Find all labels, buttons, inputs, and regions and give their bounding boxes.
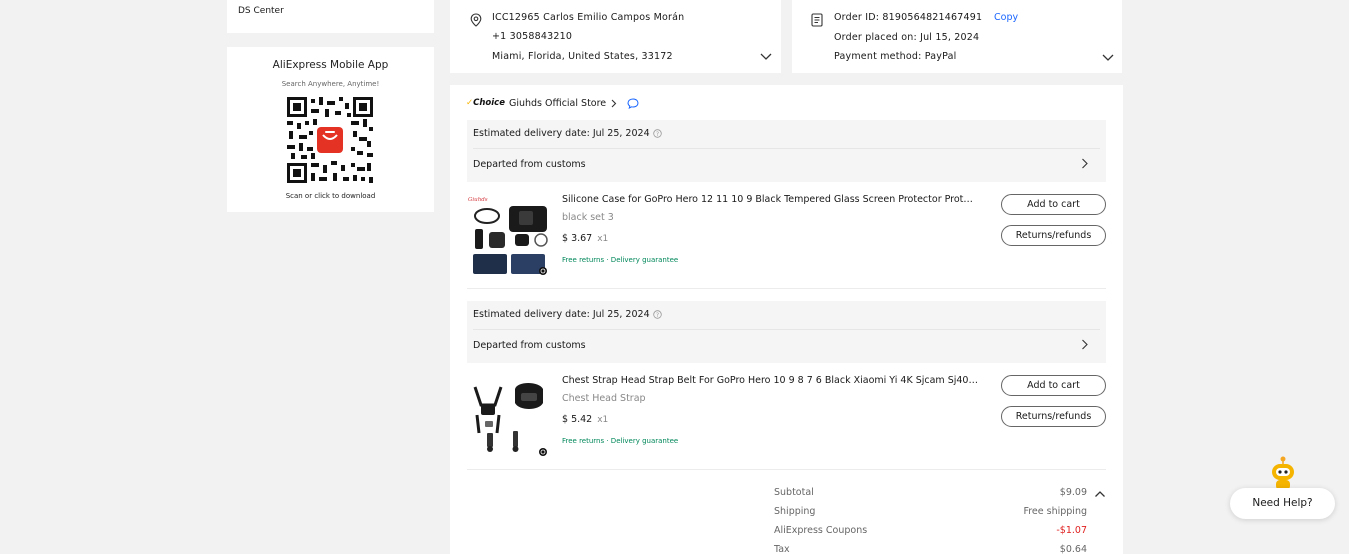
divider	[473, 329, 1100, 330]
add-to-cart-button[interactable]: Add to cart	[1001, 375, 1106, 396]
assistant-bot-icon[interactable]	[1266, 455, 1300, 491]
tracking-status[interactable]: Departed from customs	[473, 159, 586, 170]
summary-value: -$1.07	[1056, 525, 1087, 536]
ds-center-card[interactable]: DS Center	[227, 0, 434, 33]
svg-text:Giuhds: Giuhds	[468, 197, 488, 203]
chevron-down-icon[interactable]	[759, 52, 773, 62]
ds-center-link[interactable]: DS Center	[238, 6, 284, 16]
recipient-name: ICC12965 Carlos Emilio Campos Morán	[492, 12, 685, 23]
product-image[interactable]: Giuhds	[467, 194, 551, 278]
tracking-status[interactable]: Departed from customs	[473, 340, 586, 351]
add-to-cart-button[interactable]: Add to cart	[1001, 194, 1106, 215]
estimated-delivery: Estimated delivery date: Jul 25, 2024	[473, 128, 650, 139]
shipment-status-block: Estimated delivery date: Jul 25, 2024 ? …	[467, 301, 1106, 363]
order-item: Chest Strap Head Strap Belt For GoPro He…	[467, 363, 1106, 470]
app-title: AliExpress Mobile App	[272, 59, 389, 71]
info-icon[interactable]: ?	[653, 310, 662, 319]
choice-badge: ✓Choice	[466, 98, 505, 108]
info-icon[interactable]: ?	[653, 129, 662, 138]
order-item: Giuhds Silicone Case for GoPro Hero 12 1…	[467, 182, 1106, 289]
estimated-delivery: Estimated delivery date: Jul 25, 2024	[473, 309, 650, 320]
summary-value: $0.64	[1059, 544, 1087, 554]
order-id: Order ID: 8190564821467491	[834, 12, 983, 23]
service-badges: Free returns · Delivery guarantee	[562, 437, 679, 445]
summary-label: Subtotal	[774, 487, 814, 498]
product-image[interactable]	[467, 375, 551, 459]
product-price-row: $ 3.67 x1	[562, 233, 608, 244]
store-name-link[interactable]: Giuhds Official Store	[509, 98, 606, 109]
service-badges: Free returns · Delivery guarantee	[562, 256, 679, 264]
order-items-card: ✓Choice Giuhds Official Store Estimated …	[450, 85, 1123, 554]
svg-text:?: ?	[656, 312, 659, 319]
app-download-link[interactable]: Scan or click to download	[227, 192, 434, 200]
copy-order-id-button[interactable]: Copy	[994, 12, 1018, 23]
divider	[473, 148, 1100, 149]
recipient-location: Miami, Florida, United States, 33172	[492, 51, 673, 62]
order-placed-date: Order placed on: Jul 15, 2024	[834, 32, 980, 43]
product-price-row: $ 5.42 x1	[562, 414, 608, 425]
store-header[interactable]: ✓Choice Giuhds Official Store	[466, 96, 639, 110]
summary-shipping: Shipping Free shipping	[774, 506, 1087, 517]
app-subtitle: Search Anywhere, Anytime!	[281, 80, 380, 88]
product-price: $ 5.42	[562, 414, 593, 425]
summary-value: $9.09	[1059, 487, 1087, 498]
svg-text:?: ?	[656, 131, 659, 138]
shipment-status-block: Estimated delivery date: Jul 25, 2024 ? …	[467, 120, 1106, 182]
chevron-right-icon[interactable]	[1081, 158, 1088, 169]
summary-value: Free shipping	[1023, 506, 1087, 517]
product-variant: Chest Head Strap	[562, 393, 646, 404]
order-info-card: Order ID: 8190564821467491 Copy Order pl…	[792, 0, 1122, 73]
product-quantity: x1	[597, 415, 609, 425]
document-icon	[811, 13, 823, 27]
chevron-right-icon	[611, 99, 617, 107]
payment-method: Payment method: PayPal	[834, 51, 957, 62]
summary-subtotal: Subtotal $9.09	[774, 487, 1087, 498]
need-help-button[interactable]: Need Help?	[1230, 488, 1335, 519]
returns-refunds-button[interactable]: Returns/refunds	[1001, 225, 1106, 246]
location-pin-icon	[470, 13, 482, 27]
product-title[interactable]: Silicone Case for GoPro Hero 12 11 10 9 …	[562, 194, 978, 205]
chevron-right-icon[interactable]	[1081, 339, 1088, 350]
recipient-phone: +1 3058843210	[492, 31, 573, 42]
chat-icon[interactable]	[627, 97, 639, 109]
qr-code[interactable]	[287, 97, 373, 183]
mobile-app-card: AliExpress Mobile App Search Anywhere, A…	[227, 47, 434, 212]
summary-label: Shipping	[774, 506, 816, 517]
summary-coupons: AliExpress Coupons -$1.07	[774, 525, 1087, 536]
returns-refunds-button[interactable]: Returns/refunds	[1001, 406, 1106, 427]
summary-label: AliExpress Coupons	[774, 525, 868, 536]
chevron-up-icon[interactable]	[1094, 490, 1106, 498]
product-title[interactable]: Chest Strap Head Strap Belt For GoPro He…	[562, 375, 978, 386]
summary-label: Tax	[774, 544, 790, 554]
shipping-address-card: ICC12965 Carlos Emilio Campos Morán +1 3…	[450, 0, 781, 73]
product-price: $ 3.67	[562, 233, 593, 244]
product-variant: black set 3	[562, 212, 614, 223]
product-quantity: x1	[597, 234, 609, 244]
chevron-down-icon[interactable]	[1101, 53, 1115, 63]
summary-tax: Tax $0.64	[774, 544, 1087, 554]
